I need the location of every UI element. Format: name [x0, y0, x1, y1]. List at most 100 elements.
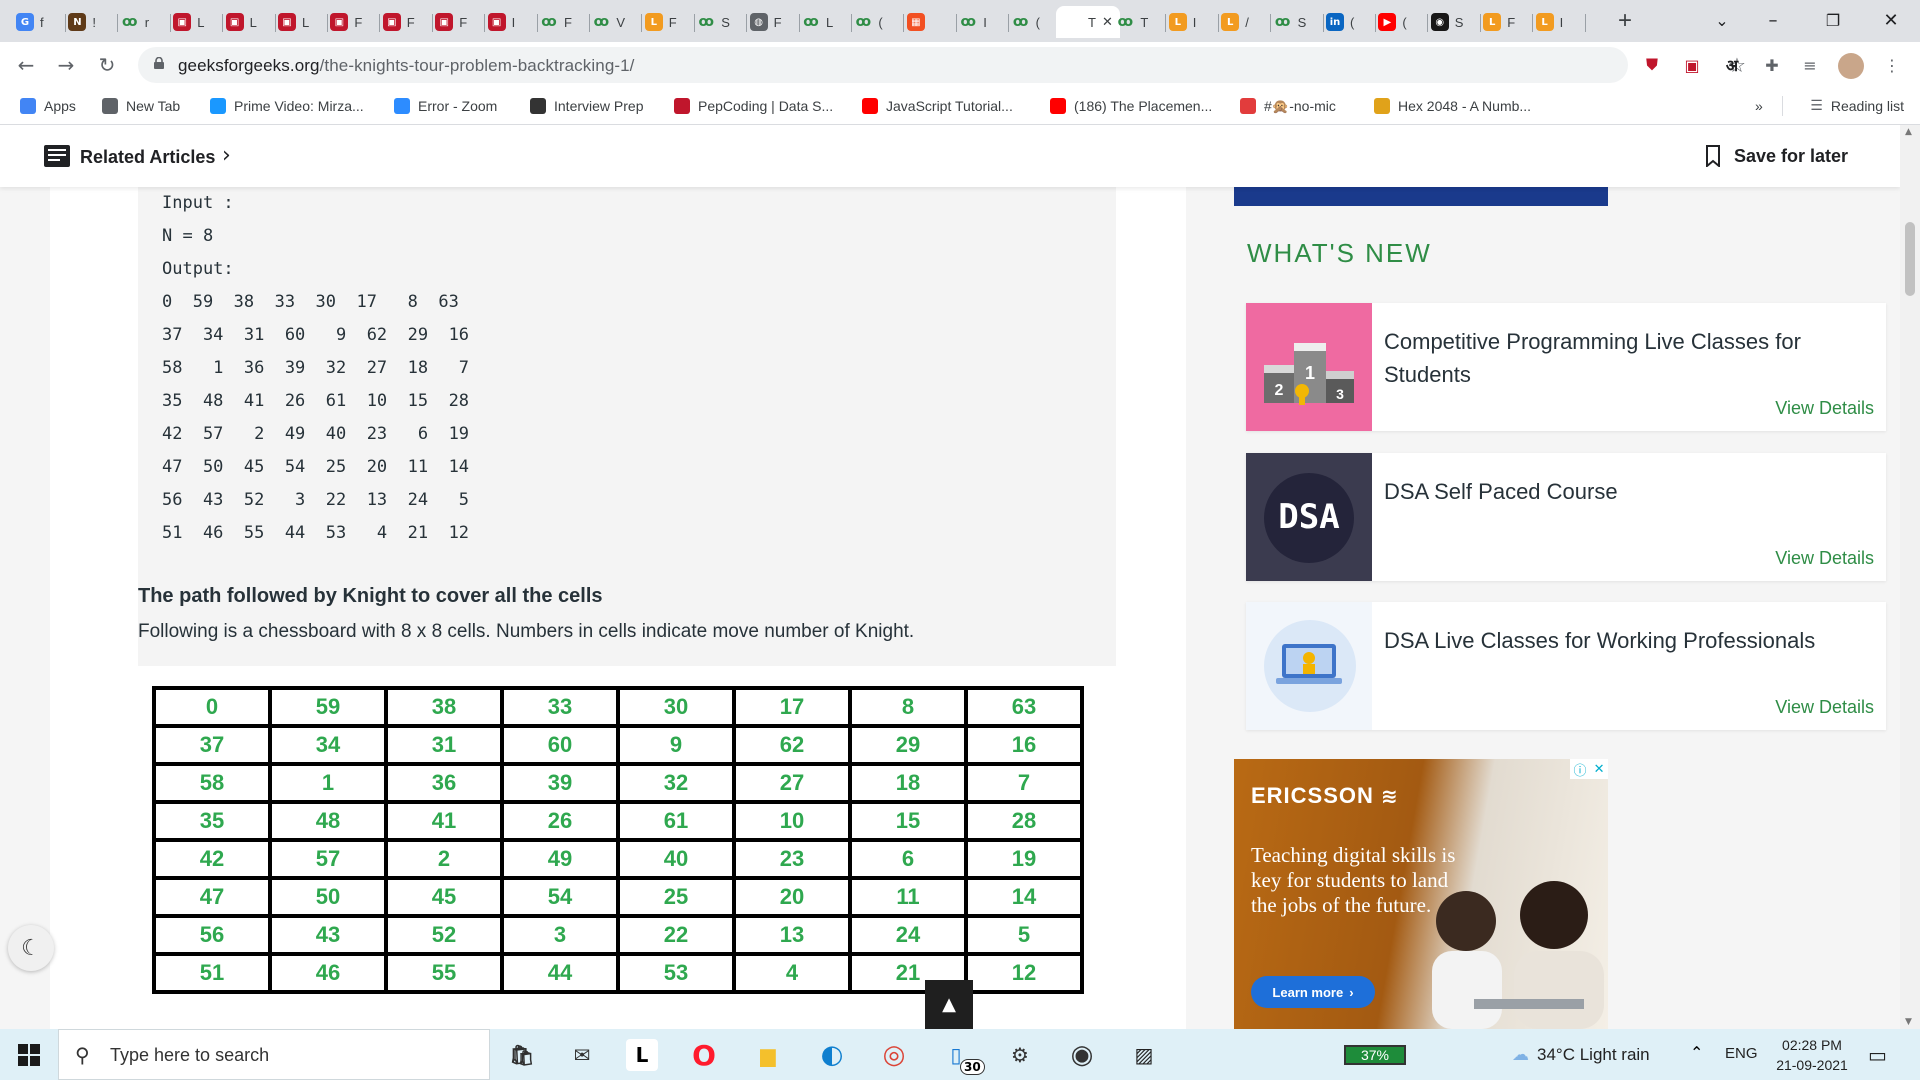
- weather-widget[interactable]: ☁ 34°C Light rain: [1512, 1045, 1650, 1065]
- mail-icon[interactable]: ✉: [566, 1039, 598, 1071]
- letter-l-app-icon[interactable]: L: [626, 1039, 658, 1071]
- tab-25[interactable]: in (: [1318, 6, 1376, 38]
- tab-24[interactable]: ꝏS: [1266, 6, 1324, 38]
- tab-11[interactable]: ꝏV: [584, 6, 643, 38]
- bookmark-item[interactable]: Error - Zoom: [394, 96, 497, 116]
- bookmark-item[interactable]: Prime Video: Mirza...: [210, 96, 364, 116]
- bookmark-item[interactable]: Apps: [20, 96, 76, 116]
- tab-17[interactable]: ▦: [899, 6, 957, 38]
- save-for-later-button[interactable]: Save for later: [1734, 146, 1848, 167]
- file-explorer-icon[interactable]: ▆: [752, 1039, 784, 1071]
- tab-13[interactable]: ꝏS: [689, 6, 748, 38]
- tab-21[interactable]: ꝏT: [1108, 6, 1167, 38]
- tab-23[interactable]: L /: [1213, 6, 1272, 38]
- media-control-icon[interactable]: ≡: [1798, 53, 1822, 77]
- tab-search-icon[interactable]: ⌄: [1709, 8, 1735, 34]
- reading-list-button[interactable]: ☰ Reading list: [1810, 96, 1904, 116]
- tab-19[interactable]: ꝏ(: [1004, 6, 1062, 38]
- edge-icon[interactable]: ◐: [816, 1039, 848, 1071]
- profile-avatar[interactable]: [1838, 53, 1864, 79]
- store-icon[interactable]: 🛍: [506, 1039, 538, 1071]
- tab-12[interactable]: LF: [637, 6, 695, 38]
- course-card-title[interactable]: DSA Live Classes for Working Professiona…: [1384, 624, 1864, 657]
- language-indicator[interactable]: ENG: [1725, 1045, 1758, 1062]
- tab-3[interactable]: ▣ L: [165, 6, 224, 38]
- tab-22[interactable]: LI: [1161, 6, 1219, 38]
- tab-29[interactable]: LI: [1528, 6, 1586, 38]
- clock[interactable]: 02:28 PM 21-09-2021: [1762, 1035, 1862, 1075]
- pepcoding-extension-icon[interactable]: ▣: [1680, 53, 1704, 77]
- course-card-cp-live[interactable]: 2 1 3 Competitive Programming Live Class…: [1246, 303, 1886, 431]
- tab-7[interactable]: ▣ F: [375, 6, 433, 38]
- tab-6[interactable]: ▣ F: [322, 6, 381, 38]
- taskbar-search-input[interactable]: ⚲ Type here to search: [58, 1029, 490, 1080]
- tab-2[interactable]: ꝏr: [113, 6, 171, 38]
- bookmark-item[interactable]: #🙊-no-mic: [1240, 96, 1336, 116]
- bookmark-icon[interactable]: [1706, 145, 1720, 167]
- ad-info-icon[interactable]: ⓘ: [1574, 760, 1587, 779]
- scroll-up-icon[interactable]: ▲: [1905, 127, 1912, 137]
- tab-28[interactable]: LF: [1475, 6, 1534, 38]
- url-input[interactable]: geeksforgeeks.org/the-knights-tour-probl…: [138, 47, 1746, 83]
- ad-close-icon[interactable]: ✕: [1594, 762, 1605, 777]
- media-player-icon[interactable]: ◉: [1066, 1039, 1098, 1071]
- tab-14[interactable]: ◍ F: [742, 6, 800, 38]
- dark-mode-toggle-icon[interactable]: ☾: [8, 925, 54, 971]
- course-card-title[interactable]: DSA Self Paced Course: [1384, 475, 1864, 508]
- scrollbar-thumb[interactable]: [1905, 222, 1915, 296]
- tab-26[interactable]: ▶(: [1370, 6, 1429, 38]
- notification-center-icon[interactable]: ▭: [1868, 1043, 1887, 1067]
- opera-icon[interactable]: O: [688, 1039, 720, 1072]
- ad-choices-close[interactable]: ⓘ ✕: [1570, 759, 1608, 779]
- bookmark-item[interactable]: PepCoding | Data S...: [674, 96, 833, 116]
- battery-indicator[interactable]: 37%: [1344, 1045, 1406, 1065]
- chevron-right-icon[interactable]: ›: [222, 143, 231, 168]
- view-details-link[interactable]: View Details: [1775, 398, 1874, 419]
- related-articles-button[interactable]: Related Articles: [80, 147, 215, 168]
- phone-app-icon[interactable]: ▯ 30: [940, 1039, 985, 1075]
- tab-10[interactable]: ꝏF: [532, 6, 590, 38]
- menu-kebab-icon[interactable]: ⋮: [1880, 53, 1904, 77]
- ericsson-ad[interactable]: ⓘ ✕ ERICSSON ≋ Teaching digital skills is…: [1234, 759, 1608, 1029]
- view-details-link[interactable]: View Details: [1775, 697, 1874, 718]
- view-details-link[interactable]: View Details: [1775, 548, 1874, 569]
- tray-chevron-icon[interactable]: ⌃: [1690, 1043, 1703, 1062]
- tab-18[interactable]: ꝏI: [951, 6, 1010, 38]
- hindi-keyboard-icon[interactable]: अ: [1720, 53, 1744, 77]
- settings-gear-icon[interactable]: ⚙: [1004, 1039, 1036, 1071]
- tab-8[interactable]: ▣ F: [427, 6, 486, 38]
- windows-start-icon[interactable]: [18, 1044, 40, 1066]
- forward-icon[interactable]: →: [54, 53, 78, 77]
- course-card-title[interactable]: Competitive Programming Live Classes for…: [1384, 325, 1864, 391]
- back-to-top-button[interactable]: ▲: [925, 980, 973, 1029]
- bookmarks-overflow-button[interactable]: »: [1755, 96, 1763, 116]
- bookmark-item[interactable]: Interview Prep: [530, 96, 643, 116]
- page-scrollbar[interactable]: ▲ ▼: [1900, 125, 1920, 1029]
- reload-icon[interactable]: ↻: [95, 53, 119, 77]
- restore-icon[interactable]: ❐: [1820, 8, 1846, 34]
- ad-learn-more-button[interactable]: Learn more ›: [1251, 976, 1375, 1008]
- tab-0[interactable]: Gf: [8, 6, 66, 38]
- tab-27[interactable]: ◉ S: [1423, 6, 1481, 38]
- tab-5[interactable]: ▣ L: [270, 6, 328, 38]
- photos-icon[interactable]: ▨: [1128, 1039, 1160, 1071]
- course-card-dsa-live[interactable]: DSA Live Classes for Working Professiona…: [1246, 602, 1886, 730]
- bookmark-item[interactable]: Hex 2048 - A Numb...: [1374, 96, 1531, 116]
- tab-4[interactable]: ▣ L: [218, 6, 276, 38]
- bookmark-item[interactable]: JavaScript Tutorial...: [862, 96, 1013, 116]
- back-icon[interactable]: ←: [14, 53, 38, 77]
- chrome-icon[interactable]: ◎: [878, 1039, 910, 1071]
- tab-9[interactable]: ▣ I: [480, 6, 538, 38]
- bookmark-item[interactable]: New Tab: [102, 96, 180, 116]
- close-window-icon[interactable]: ✕: [1878, 8, 1904, 34]
- bookmark-item[interactable]: (186) The Placemen...: [1050, 96, 1212, 116]
- tab-15[interactable]: ꝏL: [794, 6, 852, 38]
- new-tab-button[interactable]: +: [1612, 9, 1638, 33]
- tab-1[interactable]: N!: [60, 6, 119, 38]
- shield-extension-icon[interactable]: ⛊: [1640, 53, 1664, 77]
- scroll-down-icon[interactable]: ▼: [1905, 1017, 1912, 1027]
- course-card-dsa-self-paced[interactable]: DSA DSA Self Paced Course View Details: [1246, 453, 1886, 581]
- tab-16[interactable]: ꝏ(: [846, 6, 905, 38]
- extensions-puzzle-icon[interactable]: ✚: [1760, 53, 1784, 77]
- minimize-icon[interactable]: –: [1760, 8, 1786, 34]
